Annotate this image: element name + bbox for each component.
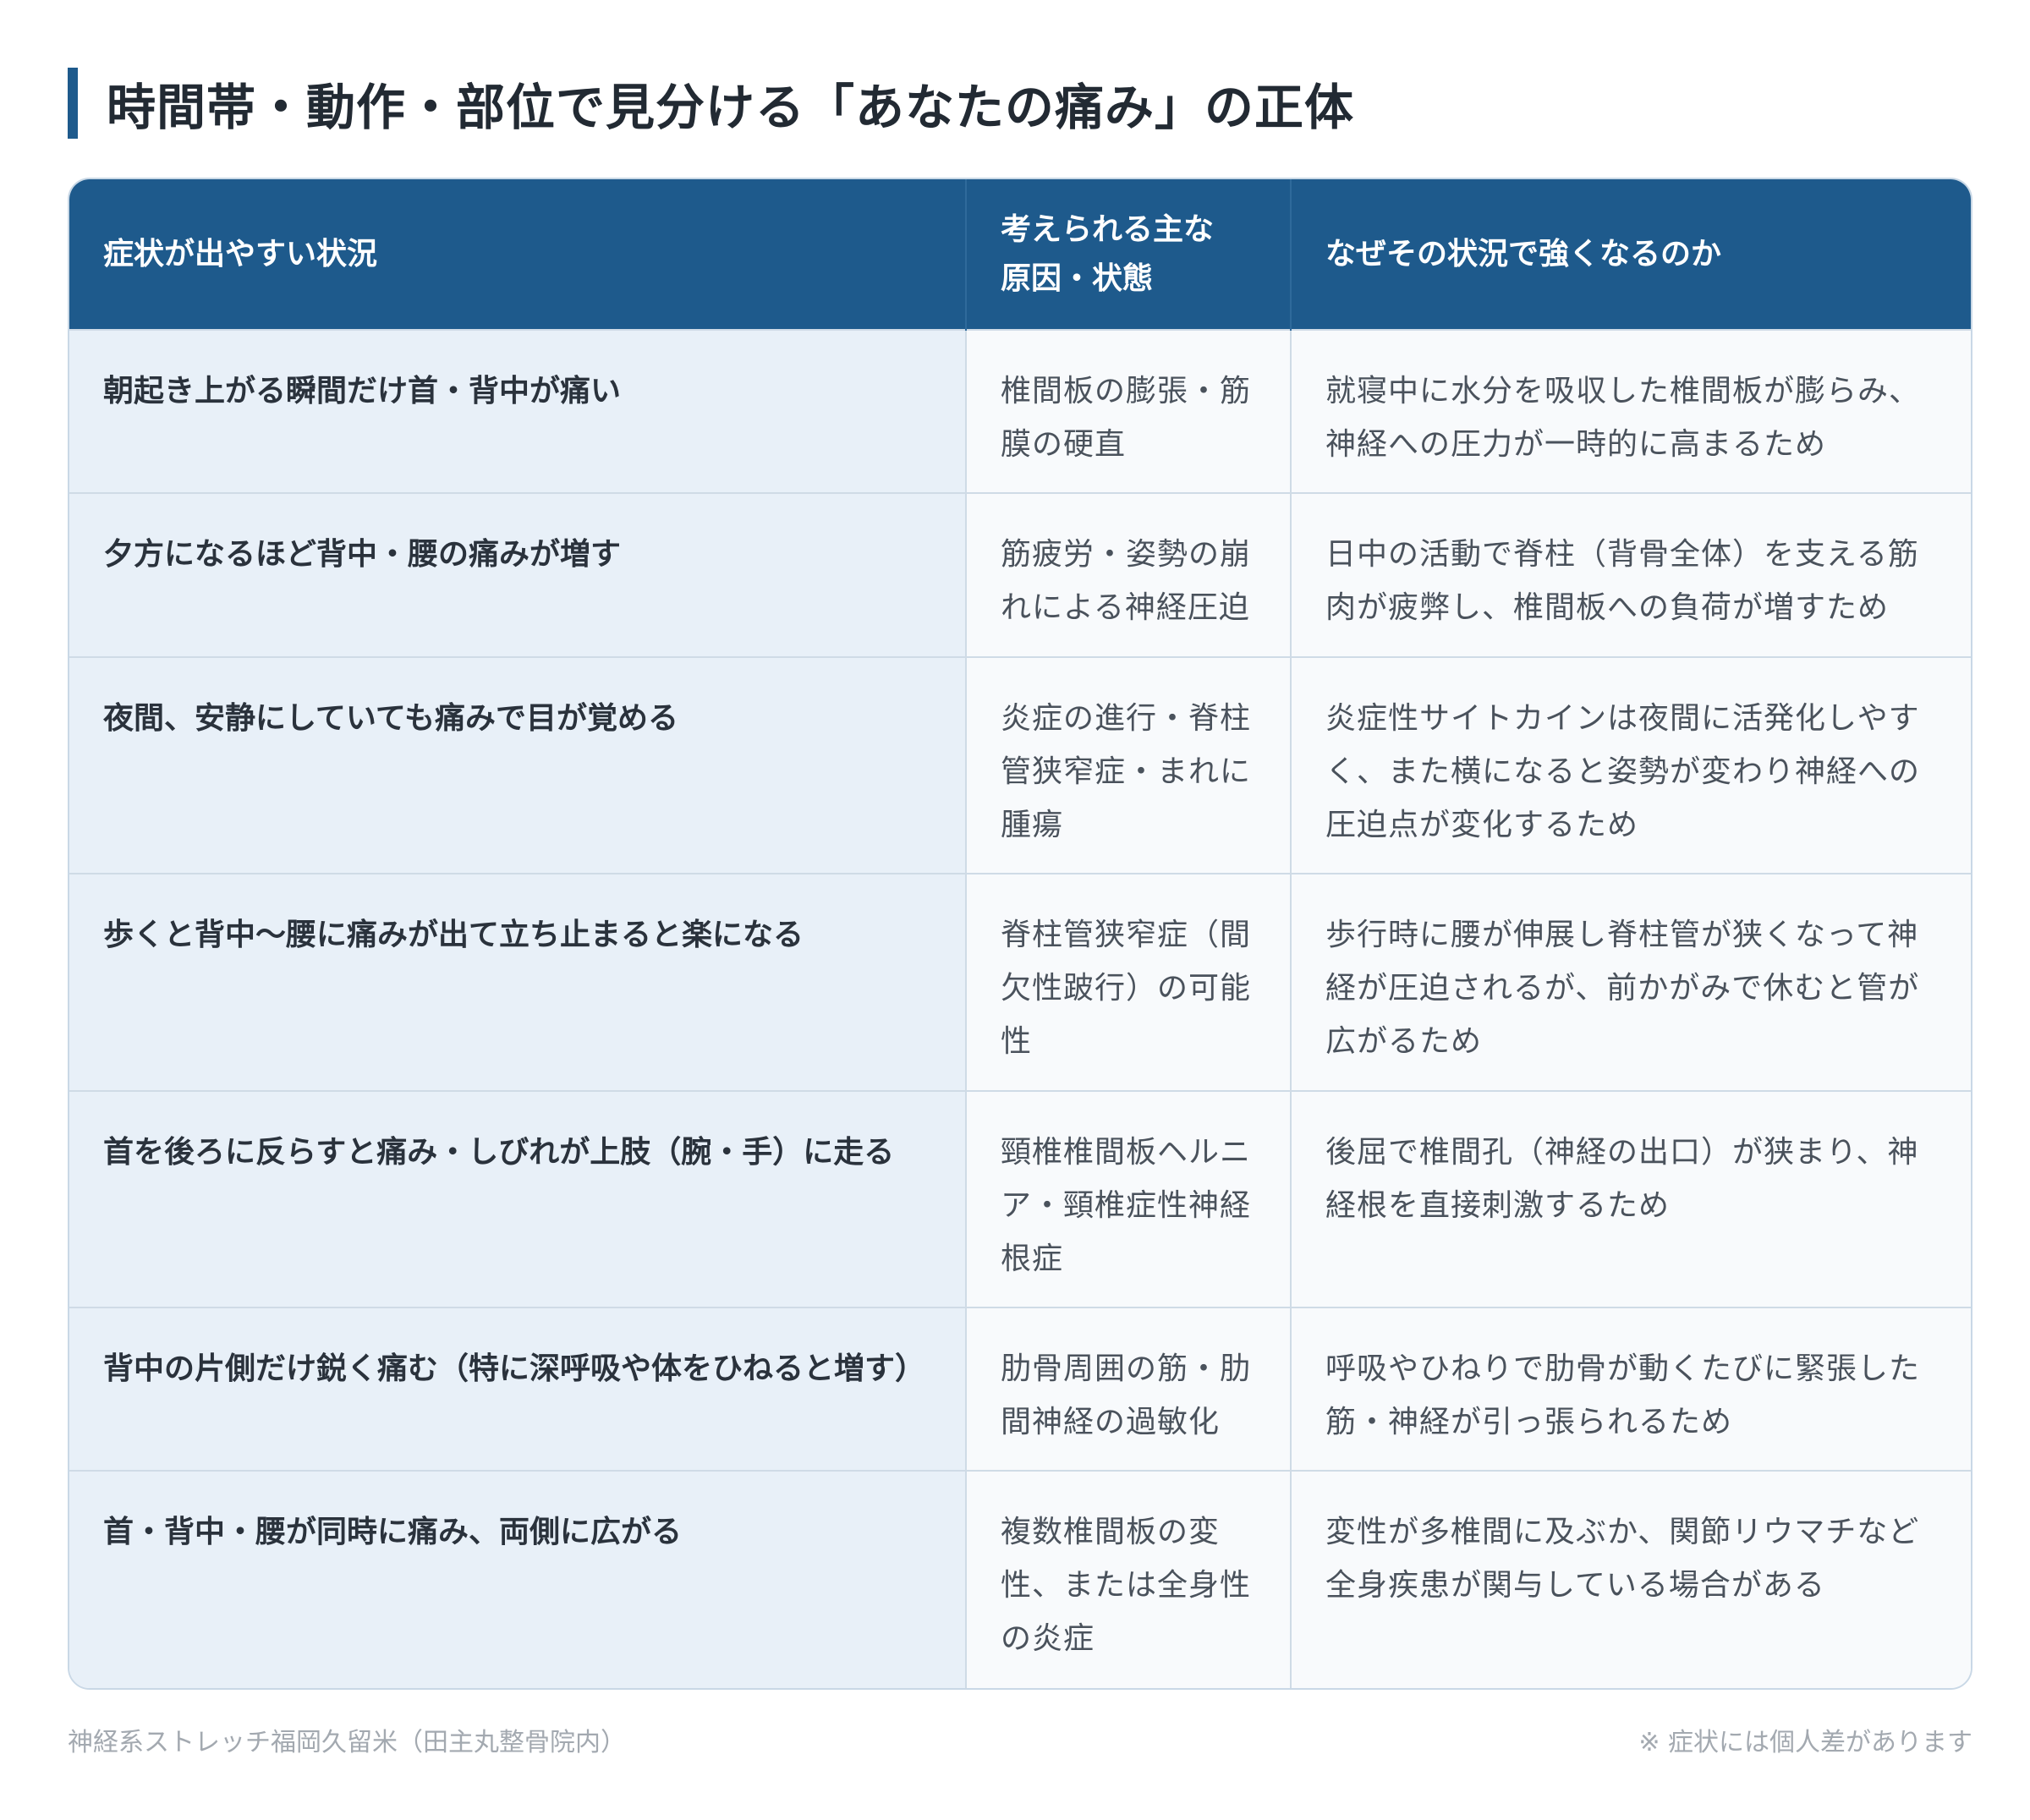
table-row: 夜間、安静にしていても痛みで目が覚める 炎症の進行・脊柱管狭窄症・まれに腫瘍 炎…	[69, 655, 1971, 874]
cause-cell: 脊柱管狭窄症（間欠性跛行）の可能性	[966, 873, 1292, 1091]
page: 時間帯・動作・部位で見分ける「あなたの痛み」の正体 症状が出やすい状況 考えられ…	[0, 0, 2030, 1820]
symptom-cell: 夕方になるほど背中・腰の痛みが増す	[69, 492, 967, 657]
symptom-table: 症状が出やすい状況 考えられる主な 原因・状態 なぜその状況で強くなるのか 朝起き…	[69, 179, 1971, 1688]
reason-cell: 歩行時に腰が伸展し脊柱管が狭くなって神経が圧迫されるが、前かがみで休むと管が広が…	[1291, 873, 1971, 1091]
table-row: 背中の片側だけ鋭く痛む（特に深呼吸や体をひねると増す） 肋骨周囲の筋・肋間神経の…	[69, 1307, 1971, 1472]
symptom-cell: 首を後ろに反らすと痛み・しびれが上肢（腕・手）に走る	[69, 1089, 967, 1308]
table-row: 朝起き上がる瞬間だけ首・背中が痛い 椎間板の膨張・筋膜の硬直 就寝中に水分を吸収…	[69, 328, 1971, 494]
reason-cell: 炎症性サイトカインは夜間に活発化しやすく、また横になると姿勢が変わり神経への圧迫…	[1291, 655, 1971, 874]
table-row: 首を後ろに反らすと痛み・しびれが上肢（腕・手）に走る 頸椎椎間板ヘルニア・頸椎症…	[69, 1089, 1971, 1308]
symptom-cell: 首・背中・腰が同時に痛み、両側に広がる	[69, 1470, 967, 1688]
cause-cell: 頸椎椎間板ヘルニア・頸椎症性神経根症	[966, 1089, 1292, 1308]
header-symptom: 症状が出やすい状況	[69, 179, 967, 330]
cause-cell: 筋疲労・姿勢の崩れによる神経圧迫	[966, 492, 1292, 657]
title-accent-bar	[68, 68, 78, 139]
header-cause-line2: 原因・状態	[1001, 260, 1154, 296]
reason-cell: 変性が多椎間に及ぶか、関節リウマチなど全身疾患が関与している場合がある	[1291, 1470, 1971, 1688]
symptom-cell: 歩くと背中〜腰に痛みが出て立ち止まると楽になる	[69, 873, 967, 1091]
table-header-row: 症状が出やすい状況 考えられる主な 原因・状態 なぜその状況で強くなるのか	[69, 179, 1971, 330]
symptom-cell: 夜間、安静にしていても痛みで目が覚める	[69, 655, 967, 874]
symptom-cell: 朝起き上がる瞬間だけ首・背中が痛い	[69, 328, 967, 494]
symptom-table-container: 症状が出やすい状況 考えられる主な 原因・状態 なぜその状況で強くなるのか 朝起き…	[68, 178, 1972, 1690]
reason-cell: 呼吸やひねりで肋骨が動くたびに緊張した筋・神経が引っ張られるため	[1291, 1307, 1971, 1472]
footer-note: ※ 症状には個人差があります	[1638, 1728, 1972, 1757]
table-row: 首・背中・腰が同時に痛み、両側に広がる 複数椎間板の変性、または全身性の炎症 変…	[69, 1470, 1971, 1688]
cause-cell: 肋骨周囲の筋・肋間神経の過敏化	[966, 1307, 1292, 1472]
cause-cell: 複数椎間板の変性、または全身性の炎症	[966, 1470, 1292, 1688]
table-row: 夕方になるほど背中・腰の痛みが増す 筋疲労・姿勢の崩れによる神経圧迫 日中の活動…	[69, 492, 1971, 657]
page-title: 時間帯・動作・部位で見分ける「あなたの痛み」の正体	[107, 79, 1355, 136]
reason-cell: 後屈で椎間孔（神経の出口）が狭まり、神経根を直接刺激するため	[1291, 1089, 1971, 1308]
header-cause-line1: 考えられる主な	[1001, 211, 1215, 247]
table-row: 歩くと背中〜腰に痛みが出て立ち止まると楽になる 脊柱管狭窄症（間欠性跛行）の可能…	[69, 873, 1971, 1091]
footer-source: 神経系ストレッチ福岡久留米（田主丸整骨院内）	[68, 1728, 626, 1757]
cause-cell: 椎間板の膨張・筋膜の硬直	[966, 328, 1292, 494]
header-reason: なぜその状況で強くなるのか	[1291, 179, 1971, 330]
reason-cell: 就寝中に水分を吸収した椎間板が膨らみ、神経への圧力が一時的に高まるため	[1291, 328, 1971, 494]
reason-cell: 日中の活動で脊柱（背骨全体）を支える筋肉が疲弊し、椎間板への負荷が増すため	[1291, 492, 1971, 657]
cause-cell: 炎症の進行・脊柱管狭窄症・まれに腫瘍	[966, 655, 1292, 874]
symptom-cell: 背中の片側だけ鋭く痛む（特に深呼吸や体をひねると増す）	[69, 1307, 967, 1472]
page-title-block: 時間帯・動作・部位で見分ける「あなたの痛み」の正体	[68, 68, 1354, 139]
header-cause: 考えられる主な 原因・状態	[966, 179, 1292, 330]
